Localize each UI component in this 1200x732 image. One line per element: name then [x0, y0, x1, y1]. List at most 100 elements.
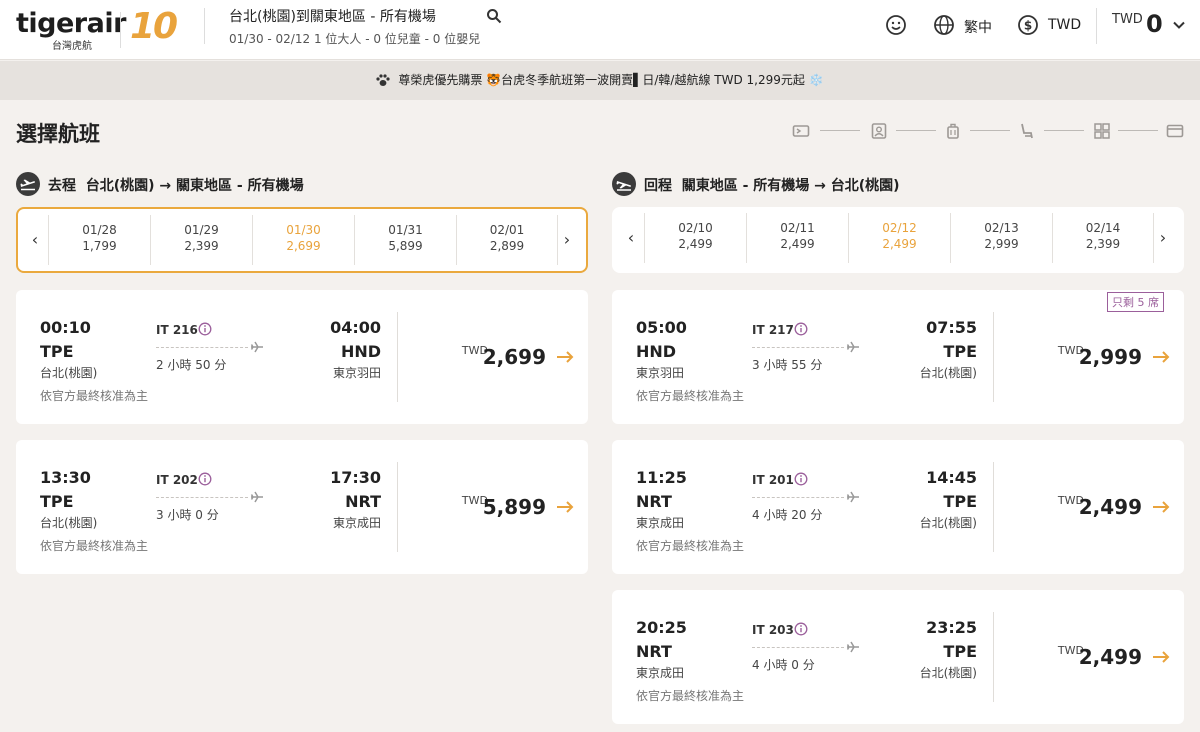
date-option[interactable]: 01/31 5,899	[354, 215, 456, 265]
flight-number: IT 202	[156, 473, 198, 487]
chevron-down-icon[interactable]	[1172, 18, 1186, 32]
flight-card[interactable]: 20:25 NRT 東京成田 IT 203 4 小時 0 分 23:25 TPE…	[612, 590, 1184, 724]
date-label: 02/11	[780, 221, 815, 235]
date-label: 02/13	[984, 221, 1019, 235]
arrow-right-icon[interactable]	[1152, 350, 1170, 364]
departure-time: 05:00	[636, 318, 687, 337]
inbound-route: 關東地區 - 所有機場 → 台北(桃園)	[681, 178, 900, 194]
plane-icon	[250, 341, 263, 353]
date-option-selected[interactable]: 02/12 2,499	[848, 213, 950, 263]
departure-time: 11:25	[636, 468, 687, 487]
language-selector[interactable]: 繁中	[964, 17, 992, 37]
flight-path-line	[752, 647, 844, 648]
plane-icon	[846, 491, 859, 503]
total-currency: TWD	[1112, 12, 1143, 27]
info-icon[interactable]	[794, 472, 808, 486]
date-option-selected[interactable]: 01/30 2,699	[252, 215, 354, 265]
inbound-label: 回程	[644, 178, 672, 194]
banner-text: 尊榮虎優先購票 🐯台虎冬季航班第一波開賣▌日/韓/越航線 TWD 1,299元起…	[398, 73, 824, 87]
fare-price: 2,699	[482, 345, 546, 369]
anniversary-mark: 10	[130, 6, 178, 47]
departure-airport-code: HND	[636, 342, 677, 361]
outbound-header: 去程 台北(桃園) → 關東地區 - 所有機場	[16, 172, 576, 196]
arrival-airport-code: TPE	[943, 342, 977, 361]
fare-price: 2,499	[1078, 495, 1142, 519]
info-icon[interactable]	[198, 472, 212, 486]
search-icon[interactable]	[486, 8, 502, 24]
logo-subtitle: 台灣虎航	[52, 41, 92, 52]
flight-path-line	[752, 497, 844, 498]
plane-icon	[846, 341, 859, 353]
inbound-date-selector: ‹ 02/10 2,499 02/11 2,499 02/12 2,499 02/13…	[612, 207, 1184, 273]
prev-dates-button[interactable]: ‹	[20, 209, 50, 271]
arrow-right-icon[interactable]	[1152, 650, 1170, 664]
smiley-icon[interactable]	[885, 14, 907, 36]
prev-dates-button[interactable]: ‹	[616, 207, 646, 273]
arrival-time: 23:25	[926, 618, 977, 637]
departure-city: 東京成田	[636, 516, 685, 530]
flight-card[interactable]: 11:25 NRT 東京成田 IT 201 4 小時 20 分 14:45 TP…	[612, 440, 1184, 574]
card-divider	[993, 462, 994, 552]
arrow-right-icon[interactable]	[556, 500, 574, 514]
arrival-airport-code: NRT	[345, 492, 381, 511]
arrival-city: 台北(桃園)	[919, 366, 977, 380]
approval-note: 依官方最終核准為主	[40, 389, 149, 403]
date-price: 1,799	[82, 239, 117, 253]
promo-banner[interactable]: 尊榮虎優先購票 🐯台虎冬季航班第一波開賣▌日/韓/越航線 TWD 1,299元起…	[0, 61, 1200, 100]
date-price: 2,399	[1085, 237, 1121, 251]
next-dates-button[interactable]: ›	[552, 209, 582, 271]
info-icon[interactable]	[794, 322, 808, 336]
logo[interactable]: tigerair 台灣虎航 10	[16, 6, 196, 52]
info-icon[interactable]	[794, 622, 808, 636]
date-price: 2,699	[286, 239, 321, 253]
fare-price: 2,499	[1078, 645, 1142, 669]
logo-text: tigerair	[16, 8, 126, 39]
inbound-title: 回程 關東地區 - 所有機場 → 台北(桃園)	[644, 175, 900, 195]
departure-time: 00:10	[40, 318, 91, 337]
departure-time: 20:25	[636, 618, 687, 637]
booking-steps	[792, 122, 1184, 140]
arrival-airport-code: TPE	[943, 642, 977, 661]
flight-card[interactable]: 只剩 5 席 05:00 HND 東京羽田 IT 217 3 小時 55 分 0…	[612, 290, 1184, 424]
flight-number: IT 217	[752, 323, 794, 337]
date-option[interactable]: 02/01 2,899	[456, 215, 558, 265]
globe-icon[interactable]	[933, 14, 955, 36]
next-dates-button[interactable]: ›	[1148, 207, 1178, 273]
flight-card[interactable]: 00:10 TPE 台北(桃園) IT 216 2 小時 50 分 04:00 …	[16, 290, 588, 424]
seats-left-badge: 只剩 5 席	[1107, 292, 1164, 312]
date-option[interactable]: 02/11 2,499	[746, 213, 848, 263]
departure-city: 東京羽田	[636, 366, 685, 380]
date-option[interactable]: 02/14 2,399	[1052, 213, 1154, 263]
arrival-time: 07:55	[926, 318, 977, 337]
departure-airport-code: NRT	[636, 492, 672, 511]
dollar-icon[interactable]: $	[1017, 14, 1039, 36]
date-option[interactable]: 01/28 1,799	[48, 215, 150, 265]
addons-icon	[1094, 123, 1110, 139]
departure-time: 13:30	[40, 468, 91, 487]
date-price: 2,899	[489, 239, 525, 253]
info-icon[interactable]	[198, 322, 212, 336]
step-connector	[970, 130, 1010, 131]
step-connector	[1118, 130, 1158, 131]
flight-duration: 3 小時 55 分	[752, 358, 823, 372]
route-summary[interactable]: 台北(桃園)到關東地區 - 所有機場	[229, 6, 436, 26]
total-amount[interactable]: 0	[1146, 10, 1163, 38]
arrival-airport-code: HND	[340, 342, 381, 361]
plane-icon	[250, 491, 263, 503]
outbound-title: 去程 台北(桃園) → 關東地區 - 所有機場	[48, 175, 304, 195]
arrival-airport-code: TPE	[943, 492, 977, 511]
arrow-right-icon[interactable]	[1152, 500, 1170, 514]
departure-airport-code: NRT	[636, 642, 672, 661]
date-option[interactable]: 02/10 2,499	[644, 213, 746, 263]
flight-card[interactable]: 13:30 TPE 台北(桃園) IT 202 3 小時 0 分 17:30 N…	[16, 440, 588, 574]
currency-selector[interactable]: TWD	[1048, 17, 1081, 33]
flight-number: IT 203	[752, 623, 794, 637]
header-divider	[204, 8, 205, 44]
arrival-time: 17:30	[330, 468, 381, 487]
fare-price: 2,999	[1078, 345, 1142, 369]
card-divider	[993, 312, 994, 402]
arrow-right-icon[interactable]	[556, 350, 574, 364]
date-option[interactable]: 01/29 2,399	[150, 215, 252, 265]
arrival-time: 14:45	[926, 468, 977, 487]
date-option[interactable]: 02/13 2,999	[950, 213, 1052, 263]
